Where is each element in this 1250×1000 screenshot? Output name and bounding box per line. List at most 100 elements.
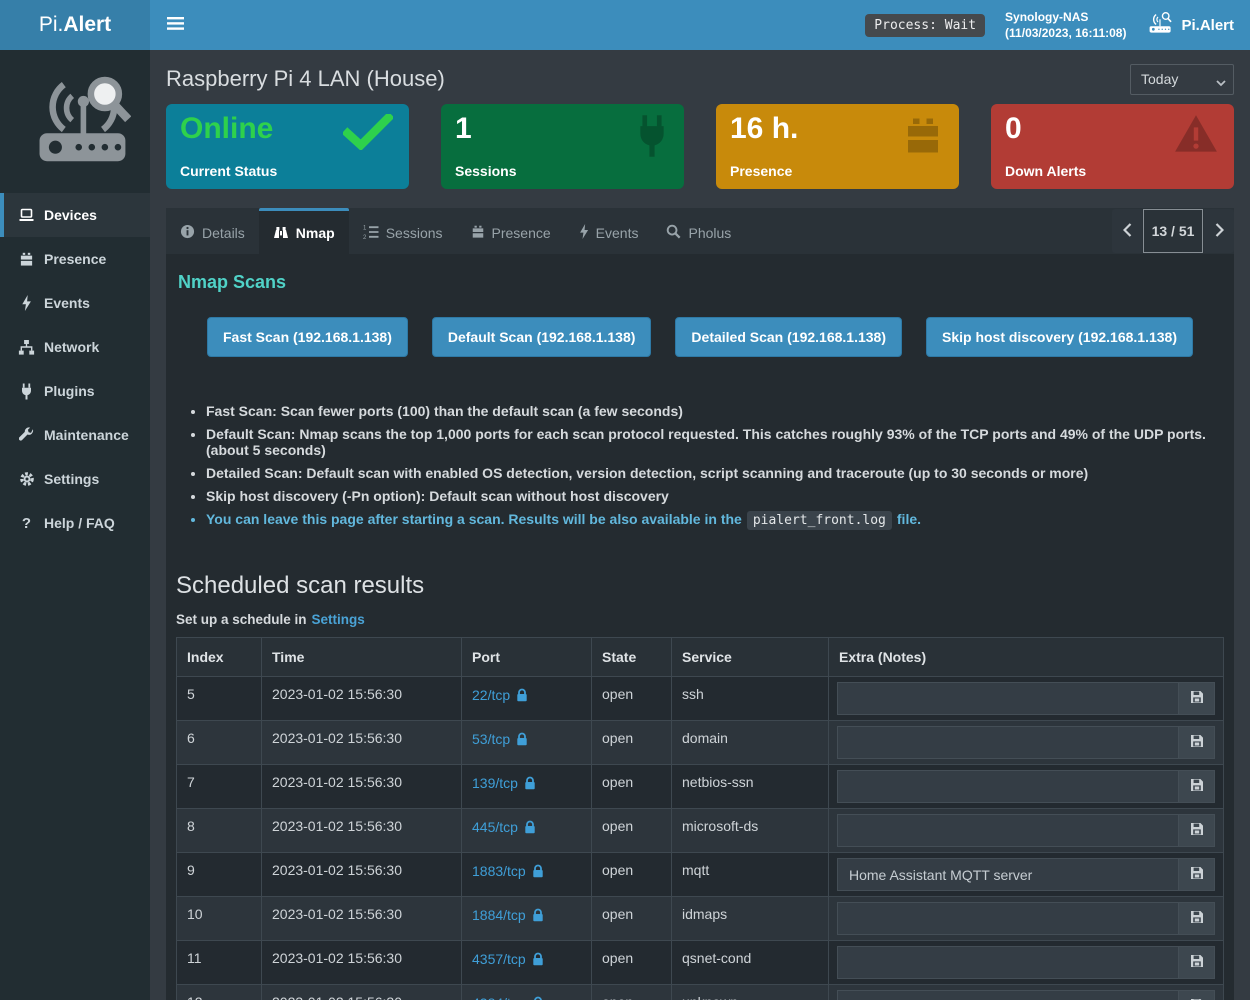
cell-time: 2023-01-02 15:56:30 [262, 677, 462, 721]
cell-state: open [592, 721, 672, 765]
device-pagination: 13 / 51 [1112, 208, 1234, 254]
port-link[interactable]: 53/tcp [472, 731, 510, 747]
detailed-scan-button[interactable]: Detailed Scan (192.168.1.138) [675, 317, 902, 357]
table-row: 9 2023-01-02 15:56:30 1883/tcp open mqtt [177, 853, 1224, 897]
cell-state: open [592, 853, 672, 897]
sidebar-item-events[interactable]: Events [0, 281, 150, 325]
sidebar-item-label: Plugins [44, 383, 95, 399]
notes-input[interactable] [837, 858, 1178, 891]
scheduled-results-heading: Scheduled scan results [176, 572, 1224, 600]
cell-service: netbios-ssn [672, 765, 829, 809]
sidebar-item-plugins[interactable]: Plugins [0, 369, 150, 413]
floppy-save-icon [1190, 690, 1204, 707]
notes-input[interactable] [837, 990, 1178, 1000]
notes-input[interactable] [837, 902, 1178, 935]
cell-index: 7 [177, 765, 262, 809]
plug-icon [636, 114, 668, 163]
period-select-wrap: Today [1130, 64, 1234, 95]
port-link[interactable]: 4384/tcp [472, 995, 526, 1000]
save-notes-button[interactable] [1178, 682, 1215, 715]
tab-label: Events [596, 225, 639, 241]
column-header: Index [177, 638, 262, 677]
table-header-row: Index Time Port State Service Extra (Not… [177, 638, 1224, 677]
cell-service: mqtt [672, 853, 829, 897]
tab-label: Sessions [386, 225, 443, 241]
host-timestamp: (11/03/2023, 16:11:08) [1005, 25, 1126, 41]
port-link[interactable]: 22/tcp [472, 687, 510, 703]
notes-input[interactable] [837, 726, 1178, 759]
tabs-row: Details Nmap 12 Sessions Presence Events [166, 208, 1234, 254]
card-down-alerts: 0 Down Alerts [991, 104, 1234, 189]
skip-host-discovery-button[interactable]: Skip host discovery (192.168.1.138) [926, 317, 1193, 357]
cell-notes [829, 897, 1224, 941]
port-link[interactable]: 139/tcp [472, 775, 518, 791]
tab-events[interactable]: Events [565, 208, 653, 254]
app-name: Pi.Alert [1181, 17, 1234, 34]
port-link[interactable]: 4357/tcp [472, 951, 526, 967]
scan-note: You can leave this page after starting a… [206, 511, 1224, 528]
save-notes-button[interactable] [1178, 858, 1215, 891]
floppy-save-icon [1190, 954, 1204, 971]
tab-nmap[interactable]: Nmap [259, 208, 349, 254]
cell-index: 12 [177, 985, 262, 1000]
port-link[interactable]: 1883/tcp [472, 863, 526, 879]
host-info: Synology-NAS (11/03/2023, 16:11:08) [1005, 9, 1126, 41]
sidebar-item-devices[interactable]: Devices [0, 193, 150, 237]
notes-input[interactable] [837, 814, 1178, 847]
save-notes-button[interactable] [1178, 990, 1215, 1000]
cell-index: 9 [177, 853, 262, 897]
tab-details[interactable]: Details [166, 208, 259, 254]
top-bar: Pi.Alert Process: Wait Synology-NAS (11/… [0, 0, 1250, 50]
next-device-button[interactable] [1204, 209, 1234, 253]
cell-service: microsoft-ds [672, 809, 829, 853]
lock-icon [516, 689, 528, 705]
cell-service: domain [672, 721, 829, 765]
sidebar-item-label: Settings [44, 471, 99, 487]
cell-port: 53/tcp [462, 721, 592, 765]
brand-logo[interactable]: Pi.Alert [0, 0, 150, 50]
port-link[interactable]: 445/tcp [472, 819, 518, 835]
save-notes-button[interactable] [1178, 726, 1215, 759]
tab-sessions[interactable]: 12 Sessions [349, 208, 457, 254]
cell-service: unknown [672, 985, 829, 1000]
notes-input[interactable] [837, 682, 1178, 715]
save-notes-button[interactable] [1178, 814, 1215, 847]
period-select[interactable]: Today [1130, 64, 1234, 95]
schedule-subtitle: Set up a schedule inSettings [176, 612, 1224, 627]
prev-device-button[interactable] [1112, 209, 1142, 253]
save-notes-button[interactable] [1178, 902, 1215, 935]
nmap-heading: Nmap Scans [178, 272, 1224, 293]
sidebar-item-maintenance[interactable]: Maintenance [0, 413, 150, 457]
fast-scan-button[interactable]: Fast Scan (192.168.1.138) [207, 317, 408, 357]
svg-text:1: 1 [363, 225, 367, 231]
save-notes-button[interactable] [1178, 770, 1215, 803]
port-link[interactable]: 1884/tcp [472, 907, 526, 923]
default-scan-button[interactable]: Default Scan (192.168.1.138) [432, 317, 652, 357]
hamburger-icon [167, 18, 184, 33]
lock-icon [532, 953, 544, 969]
bolt-icon [18, 295, 35, 311]
tab-presence[interactable]: Presence [457, 208, 565, 254]
sidebar-item-settings[interactable]: Settings [0, 457, 150, 501]
notes-input[interactable] [837, 946, 1178, 979]
save-notes-button[interactable] [1178, 946, 1215, 979]
cell-index: 5 [177, 677, 262, 721]
settings-link[interactable]: Settings [312, 612, 365, 627]
tab-pholus[interactable]: Pholus [652, 208, 745, 254]
card-label: Down Alerts [1005, 163, 1220, 179]
scan-descriptions: Fast Scan: Scan fewer ports (100) than t… [206, 403, 1224, 528]
sidebar-item-network[interactable]: Network [0, 325, 150, 369]
cell-time: 2023-01-02 15:56:30 [262, 985, 462, 1000]
cell-service: ssh [672, 677, 829, 721]
tab-label: Details [202, 225, 245, 241]
cell-port: 445/tcp [462, 809, 592, 853]
sidebar-toggle-button[interactable] [150, 0, 201, 50]
cell-time: 2023-01-02 15:56:30 [262, 941, 462, 985]
card-presence: 16 h. Presence [716, 104, 959, 189]
calendar-icon [903, 114, 943, 161]
sidebar-item-help[interactable]: ? Help / FAQ [0, 501, 150, 545]
sitemap-icon [18, 340, 35, 355]
notes-input[interactable] [837, 770, 1178, 803]
sidebar-item-label: Devices [44, 207, 97, 223]
sidebar-item-presence[interactable]: Presence [0, 237, 150, 281]
